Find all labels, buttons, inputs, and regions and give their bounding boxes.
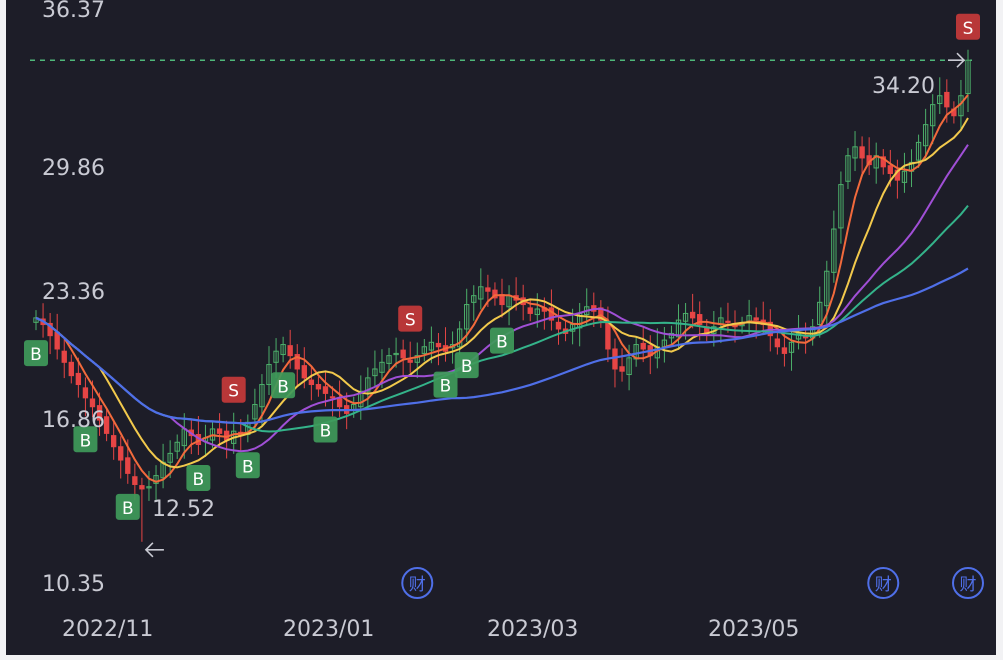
buy-signal-label: B bbox=[461, 357, 473, 377]
earnings-marker-label: 财 bbox=[960, 575, 977, 595]
y-tick-label: 36.37 bbox=[42, 0, 105, 23]
candle-body bbox=[103, 416, 110, 434]
low-price-arrow-icon bbox=[144, 542, 164, 558]
candle-body bbox=[612, 348, 618, 370]
candle-body bbox=[132, 476, 138, 485]
chart-panel: BBBBBBBSSBBBS财财财 36.37 29.86 23.36 16.86… bbox=[6, 0, 996, 655]
candle-body bbox=[315, 384, 322, 390]
ma-line-ma30 bbox=[35, 204, 969, 433]
buy-signal-label: B bbox=[277, 377, 289, 397]
candle-body bbox=[689, 311, 696, 319]
buy-signal-label: B bbox=[122, 499, 134, 519]
y-tick-label: 23.36 bbox=[42, 280, 105, 305]
buy-signal-label: B bbox=[440, 377, 452, 397]
candle-body bbox=[527, 307, 533, 314]
candle-body bbox=[82, 387, 89, 399]
candle-body bbox=[287, 345, 293, 357]
candle-body bbox=[118, 446, 124, 461]
candle-body bbox=[435, 342, 442, 348]
y-tick-label: 10.35 bbox=[42, 572, 105, 597]
candle-body bbox=[308, 379, 315, 386]
candle-body bbox=[859, 146, 865, 159]
x-tick-label: 2023/01 bbox=[283, 617, 375, 642]
buy-signal-label: B bbox=[80, 431, 92, 451]
y-tick-label: 29.86 bbox=[42, 156, 105, 181]
candle-body bbox=[605, 321, 611, 350]
candle-body bbox=[61, 350, 67, 363]
x-tick-label: 2023/03 bbox=[487, 617, 579, 642]
sell-signal-label: S bbox=[228, 382, 239, 402]
candle-body bbox=[555, 321, 562, 330]
earnings-marker-label: 财 bbox=[409, 575, 426, 595]
candle-body bbox=[75, 372, 82, 386]
candle-body bbox=[400, 349, 406, 359]
candle-body bbox=[110, 435, 117, 448]
candle-body bbox=[887, 165, 894, 174]
candle-body bbox=[725, 320, 731, 323]
candle-body bbox=[68, 361, 74, 377]
buy-signal-label: B bbox=[30, 345, 42, 365]
x-tick-label: 2023/05 bbox=[708, 617, 800, 642]
candle-body bbox=[89, 398, 96, 408]
last-price-arrow-icon bbox=[948, 52, 966, 68]
candle-body bbox=[329, 396, 336, 399]
low-price-label: 12.52 bbox=[152, 497, 215, 522]
candle-body bbox=[407, 359, 413, 363]
sell-signal-label: S bbox=[405, 311, 416, 331]
buy-signal-label: B bbox=[320, 422, 332, 442]
candle-body bbox=[54, 331, 60, 350]
y-tick-label: 16.86 bbox=[42, 408, 105, 433]
buy-signal-label: B bbox=[496, 333, 508, 353]
candle-body bbox=[301, 365, 307, 379]
candle-body bbox=[781, 347, 788, 354]
candle-body bbox=[336, 398, 343, 408]
last-price-label: 34.20 bbox=[872, 74, 935, 99]
candle-body bbox=[139, 485, 145, 490]
x-tick-label: 2022/11 bbox=[62, 617, 154, 642]
candle-body bbox=[485, 287, 491, 292]
candle-body bbox=[216, 428, 223, 434]
candle-body bbox=[640, 342, 646, 350]
candle-body bbox=[322, 386, 329, 394]
sell-signal-label: S bbox=[963, 19, 974, 39]
candle-body bbox=[619, 366, 625, 372]
candle-body bbox=[753, 317, 759, 321]
candle-body bbox=[944, 91, 950, 108]
buy-signal-label: B bbox=[242, 457, 254, 477]
buy-signal-label: B bbox=[193, 470, 205, 490]
candle-body bbox=[774, 338, 781, 348]
candlestick-chart: BBBBBBBSSBBBS财财财 bbox=[24, 13, 984, 599]
earnings-marker-label: 财 bbox=[875, 575, 892, 595]
candle-body bbox=[125, 457, 131, 474]
